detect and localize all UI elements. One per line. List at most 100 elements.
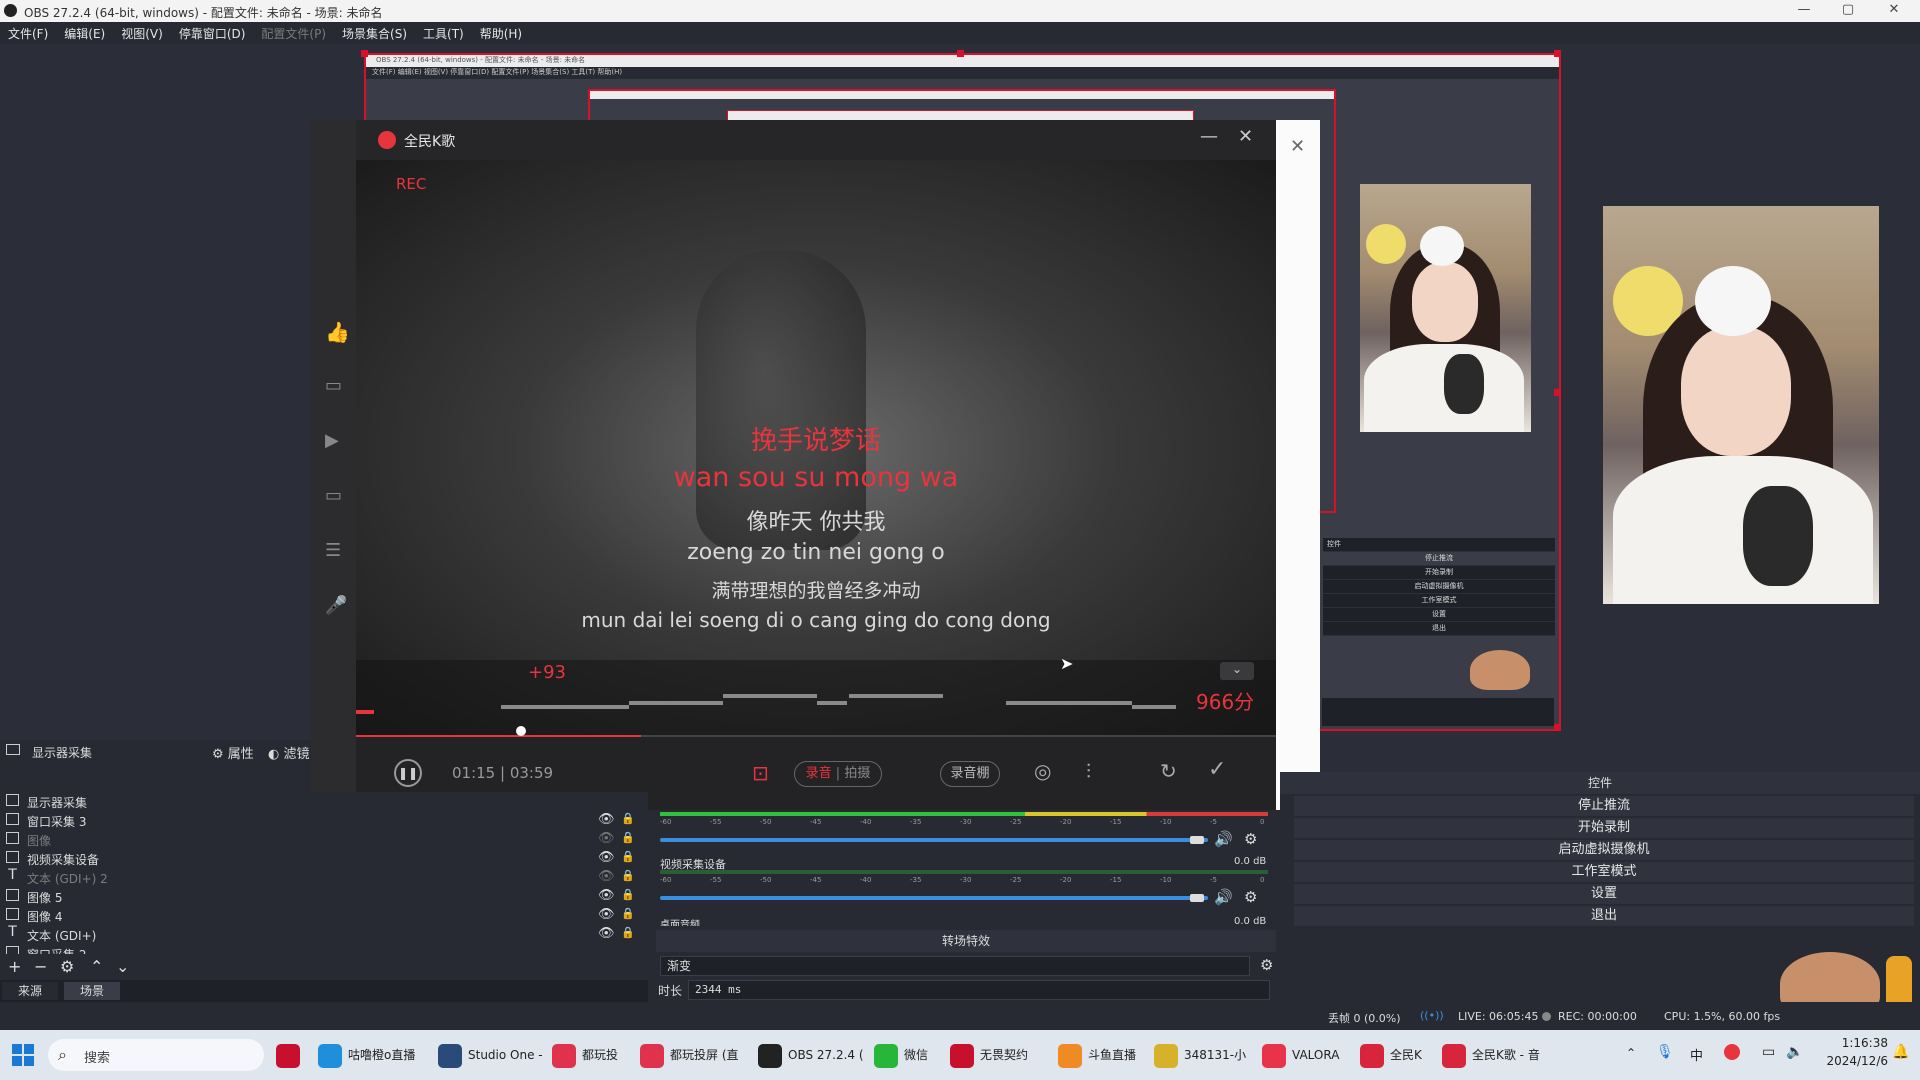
microphone-icon[interactable]: 🎤: [325, 595, 347, 616]
taskbar-app[interactable]: 斗鱼直播: [1058, 1039, 1136, 1071]
move-down-icon[interactable]: ⌄: [116, 957, 129, 976]
restart-icon[interactable]: ↻: [1160, 759, 1177, 783]
list-item[interactable]: T 文本 (GDI+) 2 👁 🔒: [0, 868, 648, 887]
add-image-icon[interactable]: ⊡: [752, 761, 769, 785]
visibility-hidden-icon[interactable]: 👁: [598, 831, 615, 846]
visibility-eye-icon[interactable]: 👁: [598, 888, 615, 903]
notification-bell-icon[interactable]: 🔔: [1892, 1044, 1909, 1060]
lock-icon[interactable]: 🔒: [621, 926, 635, 939]
lock-icon[interactable]: 🔒: [621, 850, 635, 863]
chevron-up-icon[interactable]: ⌃: [1626, 1046, 1636, 1060]
lock-icon[interactable]: 🔒: [621, 812, 635, 825]
list-item[interactable]: 窗口采集 3 👁 🔒: [0, 811, 648, 830]
filters-button[interactable]: ◐ 滤镜: [268, 743, 310, 762]
list-item[interactable]: 窗口采集 2: [0, 944, 648, 954]
gear-icon[interactable]: ⚙: [1244, 888, 1257, 906]
remove-icon[interactable]: −: [34, 957, 47, 976]
list-item[interactable]: 视频采集设备 👁 🔒: [0, 849, 648, 868]
visibility-hidden-icon[interactable]: 👁: [598, 869, 615, 884]
comment-icon[interactable]: ▭: [325, 375, 342, 396]
menu-edit[interactable]: 编辑(E): [56, 22, 113, 45]
taskbar-app[interactable]: VALORA: [1262, 1039, 1339, 1071]
taskbar-app[interactable]: 都玩投: [552, 1039, 618, 1071]
taskbar-app[interactable]: 微信: [874, 1039, 928, 1071]
tab-sources[interactable]: 来源: [2, 982, 59, 1000]
taskbar-app[interactable]: 无畏契约: [950, 1039, 1028, 1071]
windows-start-icon[interactable]: [12, 1044, 34, 1066]
lock-icon[interactable]: 🔒: [621, 888, 635, 901]
taskbar-search[interactable]: ⌕ 搜索: [48, 1039, 264, 1071]
microphone-icon[interactable]: 🎙: [1656, 1044, 1674, 1060]
sogou-icon[interactable]: [1724, 1044, 1740, 1060]
finish-check-icon[interactable]: ✓: [1208, 757, 1226, 782]
menu-profile[interactable]: 配置文件(P): [253, 22, 334, 45]
list-icon[interactable]: ☰: [325, 540, 341, 561]
thumbs-up-icon[interactable]: 👍: [325, 320, 350, 344]
gear-icon[interactable]: ⚙: [60, 957, 74, 976]
close-icon[interactable]: ✕: [1290, 136, 1305, 157]
taskbar-app[interactable]: [276, 1039, 306, 1071]
record-audio-option[interactable]: 录音: [806, 766, 832, 781]
menu-file[interactable]: 文件(F): [0, 22, 56, 45]
gear-icon[interactable]: ⚙: [1244, 830, 1257, 848]
gear-icon[interactable]: ⚙: [1260, 956, 1273, 974]
chevron-down-icon[interactable]: ⌄: [1220, 662, 1254, 680]
list-item[interactable]: 图像 👁 🔒: [0, 830, 648, 849]
list-item[interactable]: 显示器采集: [0, 792, 648, 811]
tab-scenes[interactable]: 场景: [64, 982, 121, 1000]
camera-icon[interactable]: ◎: [1034, 759, 1051, 783]
move-up-icon[interactable]: ⌃: [90, 957, 103, 976]
transition-select[interactable]: 渐变: [660, 956, 1250, 976]
minimize-icon[interactable]: —: [1200, 126, 1218, 147]
lock-icon[interactable]: 🔒: [621, 907, 635, 920]
add-icon[interactable]: +: [8, 957, 21, 976]
exit-button[interactable]: 退出: [1294, 906, 1914, 926]
clock-date[interactable]: 2024/12/6: [1810, 1054, 1888, 1068]
monitor-icon[interactable]: ▭: [325, 485, 342, 506]
speaker-icon[interactable]: 🔊: [1214, 830, 1233, 848]
start-virtual-camera-button[interactable]: 启动虚拟摄像机: [1294, 840, 1914, 860]
list-item[interactable]: T 文本 (GDI+) 👁 🔒: [0, 925, 648, 944]
properties-button[interactable]: ⚙ 属性: [212, 743, 254, 762]
visibility-eye-icon[interactable]: 👁: [598, 812, 615, 827]
volume-knob[interactable]: [1190, 894, 1204, 902]
progress-knob[interactable]: [516, 726, 526, 736]
taskbar-app[interactable]: 348131-小: [1154, 1039, 1246, 1071]
ime-indicator[interactable]: 中: [1690, 1045, 1703, 1064]
list-item[interactable]: 图像 4 👁 🔒: [0, 906, 648, 925]
visibility-eye-icon[interactable]: 👁: [598, 926, 615, 941]
lock-icon[interactable]: 🔒: [621, 831, 635, 844]
volume-slider[interactable]: [660, 838, 1208, 842]
visibility-eye-icon[interactable]: 👁: [598, 907, 615, 922]
transform-handle[interactable]: [1554, 724, 1561, 731]
record-mode-toggle[interactable]: 录音 | 拍摄: [794, 761, 882, 787]
duration-input[interactable]: 2344 ms: [688, 980, 1270, 1000]
menu-view[interactable]: 视图(V): [113, 22, 171, 45]
volume-icon[interactable]: 🔈: [1786, 1044, 1803, 1060]
video-icon[interactable]: ▶: [325, 430, 339, 451]
maximize-button[interactable]: ▢: [1826, 0, 1870, 22]
network-icon[interactable]: ▭: [1762, 1044, 1775, 1060]
taskbar-app[interactable]: 咕噜橙o直播: [318, 1039, 415, 1071]
menu-scene-collection[interactable]: 场景集合(S): [334, 22, 415, 45]
taskbar-app[interactable]: OBS 27.2.4 (: [758, 1039, 864, 1071]
list-item[interactable]: 图像 5 👁 🔒: [0, 887, 648, 906]
taskbar-app[interactable]: Studio One -: [438, 1039, 543, 1071]
settings-button[interactable]: 设置: [1294, 884, 1914, 904]
close-icon[interactable]: ✕: [1238, 126, 1253, 147]
volume-knob[interactable]: [1190, 836, 1204, 844]
taskbar-app[interactable]: 全民K: [1360, 1039, 1422, 1071]
studio-mode-button[interactable]: 工作室模式: [1294, 862, 1914, 882]
transform-handle[interactable]: [957, 50, 964, 57]
volume-slider[interactable]: [660, 896, 1208, 900]
studio-button[interactable]: 录音棚: [940, 761, 1000, 787]
transform-handle[interactable]: [1554, 50, 1561, 57]
taskbar-app[interactable]: 都玩投屏 (直: [640, 1039, 739, 1071]
record-video-option[interactable]: 拍摄: [844, 766, 870, 781]
menu-docks[interactable]: 停靠窗口(D): [171, 22, 254, 45]
minimize-button[interactable]: —: [1782, 0, 1826, 22]
taskbar-app[interactable]: 全民K歌 - 音: [1442, 1039, 1540, 1071]
transform-handle[interactable]: [361, 50, 368, 57]
menu-help[interactable]: 帮助(H): [472, 22, 530, 45]
transform-handle[interactable]: [1554, 389, 1561, 396]
